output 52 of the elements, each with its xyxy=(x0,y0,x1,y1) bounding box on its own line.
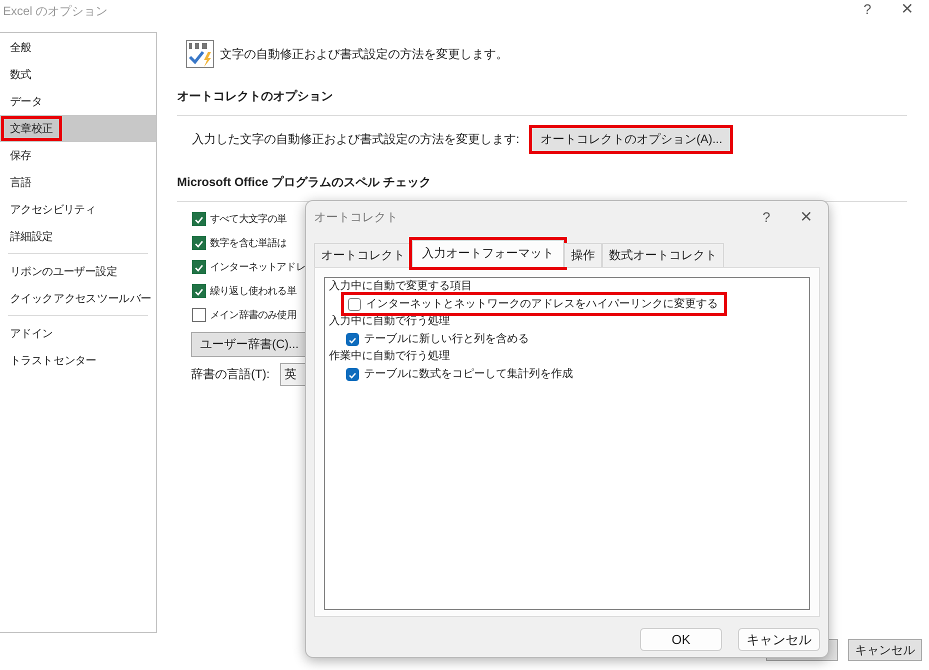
close-button[interactable]: × xyxy=(893,0,921,18)
group-heading: 入力中に自動で行う処理 xyxy=(329,314,451,329)
sidebar-item[interactable]: アクセシビリティ xyxy=(0,196,156,223)
sidebar-item[interactable]: 全般 xyxy=(0,34,156,61)
checkbox[interactable] xyxy=(192,212,206,226)
option-label: すべて大文字の単 xyxy=(210,212,287,226)
window-title: Excel のオプション xyxy=(2,3,108,20)
checkbox[interactable] xyxy=(192,236,206,250)
option-label: 繰り返し使われる単 xyxy=(210,284,296,298)
sidebar-item[interactable]: アドイン xyxy=(0,320,156,347)
option-label: インターネットとネットワークのアドレスをハイパーリンクに変更する xyxy=(366,296,718,312)
spelling-check-icon xyxy=(186,40,214,68)
option-label: 入力した文字の自動修正および書式設定の方法を変更します: xyxy=(192,131,520,148)
dialog-title: オートコレクト xyxy=(314,208,398,226)
help-button[interactable]: ? xyxy=(856,0,880,18)
cancel-button[interactable]: キャンセル xyxy=(848,639,922,661)
checkbox[interactable] xyxy=(348,298,361,310)
option-label: テーブルに新しい行と列を含める xyxy=(364,332,529,347)
option-label: 数字を含む単語は xyxy=(210,236,287,250)
intro-text: 文字の自動修正および書式設定の方法を変更します。 xyxy=(220,46,508,62)
checkbox[interactable] xyxy=(192,284,206,298)
custom-dictionaries-button[interactable]: ユーザー辞書(C)... xyxy=(191,332,308,357)
section-heading: Microsoft Office プログラムのスペル チェック xyxy=(177,174,432,191)
checkbox[interactable] xyxy=(192,260,206,274)
cancel-button[interactable]: キャンセル xyxy=(738,628,820,651)
dictionary-language-label: 辞書の言語(T): xyxy=(191,366,270,383)
option-label: テーブルに数式をコピーして集計列を作成 xyxy=(364,366,573,382)
help-button[interactable]: ? xyxy=(754,208,778,226)
option-label: インターネット アドレ xyxy=(210,261,306,274)
sidebar-item[interactable]: クイック アクセス ツール バー xyxy=(0,285,156,312)
sidebar-item[interactable]: 詳細設定 xyxy=(0,223,156,250)
checkbox[interactable] xyxy=(346,368,359,380)
tab[interactable]: 操作 xyxy=(564,243,602,267)
ok-button[interactable]: OK xyxy=(640,628,722,651)
group-heading: 作業中に自動で行う処理 xyxy=(329,349,451,364)
sidebar-item[interactable]: トラスト センター xyxy=(0,347,156,374)
checkbox[interactable] xyxy=(192,308,206,322)
sidebar-item[interactable]: データ xyxy=(0,88,156,115)
tab[interactable]: 数式オートコレクト xyxy=(602,243,724,267)
sidebar-item[interactable]: リボンのユーザー設定 xyxy=(0,258,156,285)
sidebar-item[interactable]: 言語 xyxy=(0,169,156,196)
option-label: メイン辞書のみ使用 xyxy=(210,308,296,322)
tab[interactable]: オートコレクト xyxy=(314,243,412,267)
sidebar-item[interactable]: 文章校正 xyxy=(0,115,156,142)
tab[interactable]: 入力オートフォーマット xyxy=(412,240,564,267)
sidebar-item[interactable]: 数式 xyxy=(0,61,156,88)
sidebar-item[interactable]: 保存 xyxy=(0,142,156,169)
group-heading: 入力中に自動で変更する項目 xyxy=(329,278,473,294)
section-heading: オートコレクトのオプション xyxy=(177,88,334,105)
checkbox[interactable] xyxy=(346,332,359,346)
autocorrect-options-button[interactable]: オートコレクトのオプション(A)... xyxy=(529,125,734,154)
close-button[interactable]: × xyxy=(792,208,820,226)
